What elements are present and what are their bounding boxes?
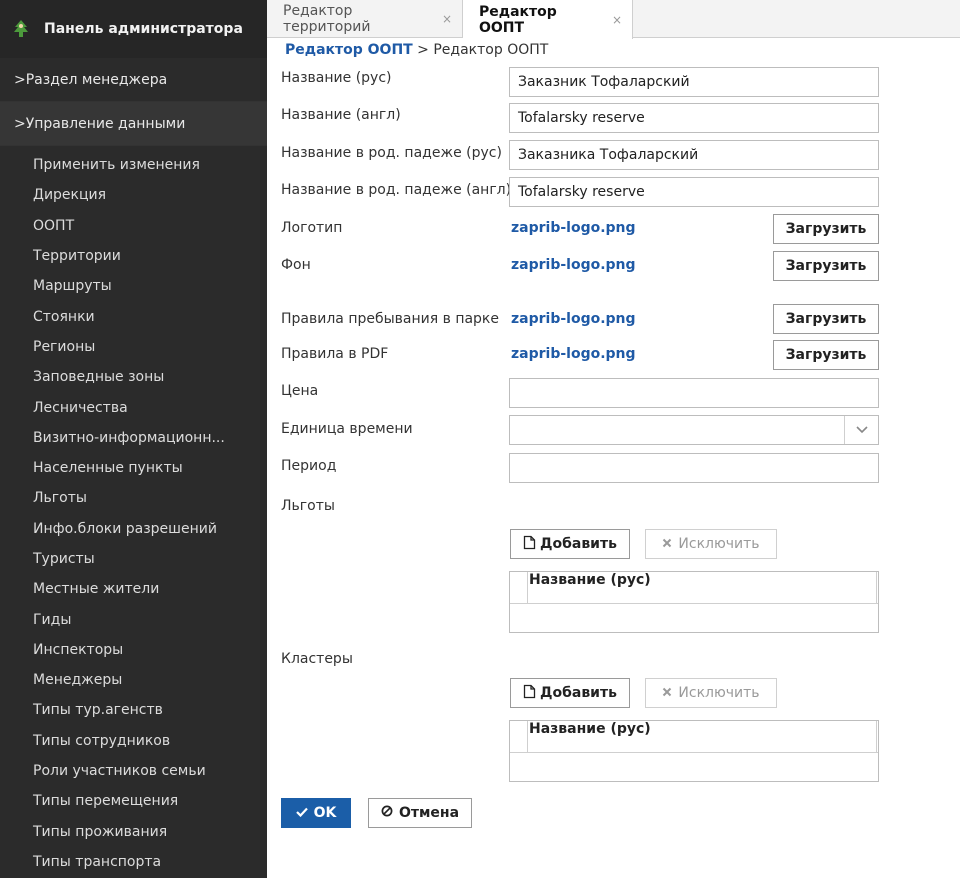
grid-header-end [876,721,878,752]
breadcrumb-separator: > [417,42,429,58]
name-gen-en-label: Название в род. падеже (англ) [281,182,512,198]
price-input[interactable] [509,378,879,408]
breadcrumb-link[interactable]: Редактор ООПТ [285,42,413,58]
period-input[interactable] [509,453,879,483]
benefits-exclude-button[interactable]: Исключить [645,529,777,559]
logo-file-link[interactable]: zaprib-logo.png [511,220,636,236]
ok-label: OK [313,805,337,821]
sidebar-item[interactable]: Местные жители [0,574,267,604]
background-label: Фон [281,257,311,273]
sidebar-item[interactable]: Территории [0,241,267,271]
sidebar-item[interactable]: Инспекторы [0,635,267,665]
benefits-add-button[interactable]: Добавить [510,529,630,559]
sidebar-header: Панель администратора [0,0,267,58]
name-gen-ru-label: Название в род. падеже (рус) [281,145,502,161]
logo-upload-button[interactable]: Загрузить [773,214,879,244]
clusters-add-button[interactable]: Добавить [510,678,630,708]
close-icon [662,536,672,552]
section-data-management[interactable]: >Управление данными [0,102,267,146]
name-en-input[interactable]: Tofalarsky reserve [509,103,879,133]
clusters-exclude-label: Исключить [678,685,760,701]
grid-select-column[interactable] [510,721,528,752]
time-unit-select[interactable] [509,415,879,445]
name-ru-input[interactable]: Заказник Тофаларский [509,67,879,97]
clusters-exclude-button[interactable]: Исключить [645,678,777,708]
sidebar-item[interactable]: Типы перемещения [0,786,267,816]
clusters-label: Кластеры [281,651,353,667]
benefits-add-label: Добавить [540,536,617,552]
close-icon[interactable]: × [442,12,452,26]
sidebar-item[interactable]: Применить изменения [0,150,267,180]
close-icon [662,685,672,701]
tab-territory-editor[interactable]: Редактор территорий × [267,0,463,38]
sidebar-item[interactable]: Лесничества [0,392,267,422]
background-upload-button[interactable]: Загрузить [773,251,879,281]
sidebar-item[interactable]: Типы проживания [0,817,267,847]
checkmark-icon [295,805,308,821]
name-ru-label: Название (рус) [281,70,392,86]
close-icon[interactable]: × [612,13,622,27]
grid-column-header[interactable]: Название (рус) [529,572,651,588]
file-icon [523,684,536,703]
sidebar-item[interactable]: Туристы [0,544,267,574]
background-file-link[interactable]: zaprib-logo.png [511,257,636,273]
sidebar-item[interactable]: Населенные пункты [0,453,267,483]
rules-file-link[interactable]: zaprib-logo.png [511,311,636,327]
clusters-grid: Название (рус) [509,720,879,782]
sidebar-item[interactable]: Типы тур.агенств [0,695,267,725]
sidebar-title: Панель администратора [44,21,243,37]
breadcrumb-current: Редактор ООПТ [433,42,549,58]
sidebar-item[interactable]: Стоянки [0,301,267,331]
benefits-grid: Название (рус) [509,571,879,633]
tab-oopt-editor[interactable]: Редактор ООПТ × [463,0,633,39]
breadcrumb: Редактор ООПТ > Редактор ООПТ [285,42,548,58]
ban-icon [381,805,393,821]
sidebar-item[interactable]: Регионы [0,332,267,362]
time-unit-label: Единица времени [281,421,413,437]
rules-pdf-file-link[interactable]: zaprib-logo.png [511,346,636,362]
sidebar-item[interactable]: Маршруты [0,271,267,301]
sidebar-item[interactable]: Менеджеры [0,665,267,695]
cancel-button[interactable]: Отмена [368,798,472,828]
sidebar-item[interactable]: Заповедные зоны [0,362,267,392]
file-icon [523,535,536,554]
name-gen-en-input[interactable]: Tofalarsky reserve [509,177,879,207]
grid-column-header[interactable]: Название (рус) [529,721,651,737]
period-label: Период [281,458,337,474]
rules-pdf-label: Правила в PDF [281,346,389,362]
sidebar-item[interactable]: Дирекция [0,180,267,210]
sidebar-item[interactable]: Инфо.блоки разрешений [0,514,267,544]
tree-logo-icon [12,19,30,39]
sidebar-item[interactable]: Льготы [0,483,267,513]
sidebar-item[interactable]: ООПТ [0,211,267,241]
sidebar-item[interactable]: Визитно-информационн... [0,423,267,453]
ok-button[interactable]: OK [281,798,351,828]
benefits-exclude-label: Исключить [678,536,760,552]
tab-bar: Редактор территорий × Редактор ООПТ × [267,0,960,39]
name-gen-ru-input[interactable]: Заказника Тофаларский [509,140,879,170]
cancel-label: Отмена [398,805,460,821]
section-manager[interactable]: >Раздел менеджера [0,58,267,102]
benefits-label: Льготы [281,498,335,514]
sidebar: Панель администратора >Раздел менеджера … [0,0,267,878]
name-en-label: Название (англ) [281,107,401,123]
sidebar-item[interactable]: Типы транспорта [0,847,267,877]
tab-label: Редактор территорий [283,3,371,35]
rules-label: Правила пребывания в парке [281,311,500,327]
clusters-add-label: Добавить [540,685,617,701]
grid-header: Название (рус) [510,721,878,753]
grid-header: Название (рус) [510,572,878,604]
sidebar-item[interactable]: Роли участников семьи [0,756,267,786]
grid-select-column[interactable] [510,572,528,603]
price-label: Цена [281,383,319,399]
sidebar-items: Применить изменения Дирекция ООПТ Территори… [0,146,267,877]
chevron-down-icon[interactable] [844,416,878,444]
sidebar-item[interactable]: Гиды [0,604,267,634]
logo-label: Логотип [281,220,343,236]
rules-pdf-upload-button[interactable]: Загрузить [773,340,879,370]
sidebar-item[interactable]: Типы сотрудников [0,726,267,756]
rules-upload-button[interactable]: Загрузить [773,304,879,334]
grid-header-end [876,572,878,603]
tab-label: Редактор ООПТ [479,3,557,36]
